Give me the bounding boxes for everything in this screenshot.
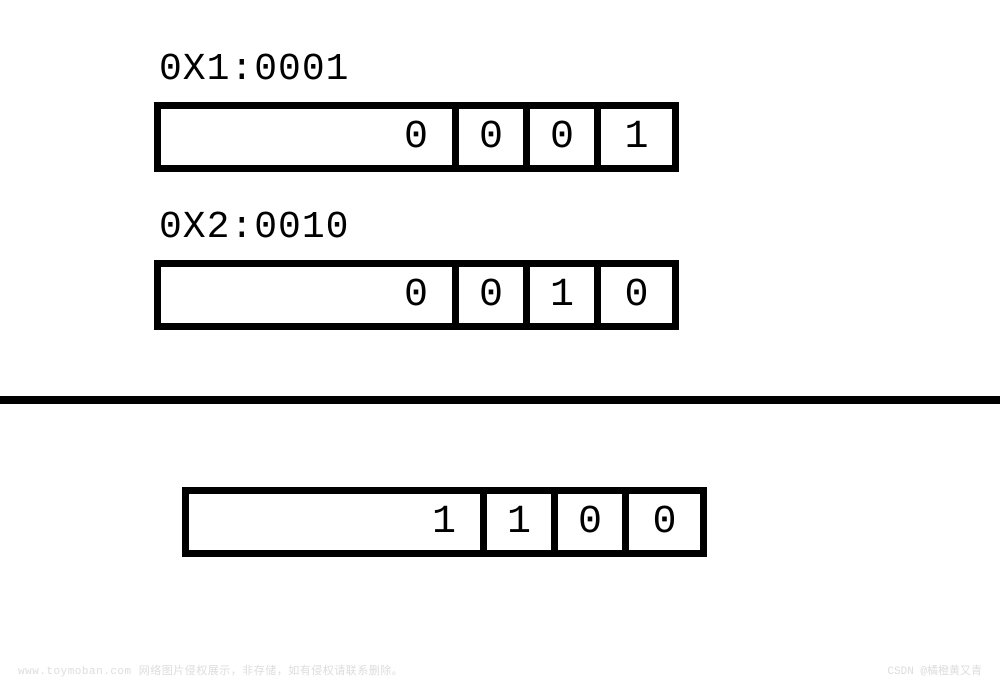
label-row1: 0X1:0001 — [159, 48, 349, 91]
bit-row-2: 0 0 1 0 — [154, 260, 679, 330]
bit-cell: 1 — [189, 494, 487, 550]
bit-cell: 0 — [601, 267, 672, 323]
label-row2: 0X2:0010 — [159, 206, 349, 249]
bit-cell: 0 — [161, 267, 459, 323]
divider-line — [0, 396, 1000, 404]
bit-cell: 1 — [487, 494, 558, 550]
bit-cell: 0 — [161, 109, 459, 165]
bit-row-3: 1 1 0 0 — [182, 487, 707, 557]
bit-cell: 0 — [629, 494, 700, 550]
watermark-right: CSDN @橘橙黄又青 — [887, 662, 982, 678]
watermark-left: www.toymoban.com 网络图片侵权展示，非存储，如有侵权请联系删除。 — [18, 662, 403, 678]
bit-cell: 0 — [558, 494, 629, 550]
bit-cell: 1 — [601, 109, 672, 165]
bit-row-1: 0 0 0 1 — [154, 102, 679, 172]
bit-cell: 1 — [530, 267, 601, 323]
bit-cell: 0 — [459, 109, 530, 165]
bit-cell: 0 — [459, 267, 530, 323]
bit-cell: 0 — [530, 109, 601, 165]
